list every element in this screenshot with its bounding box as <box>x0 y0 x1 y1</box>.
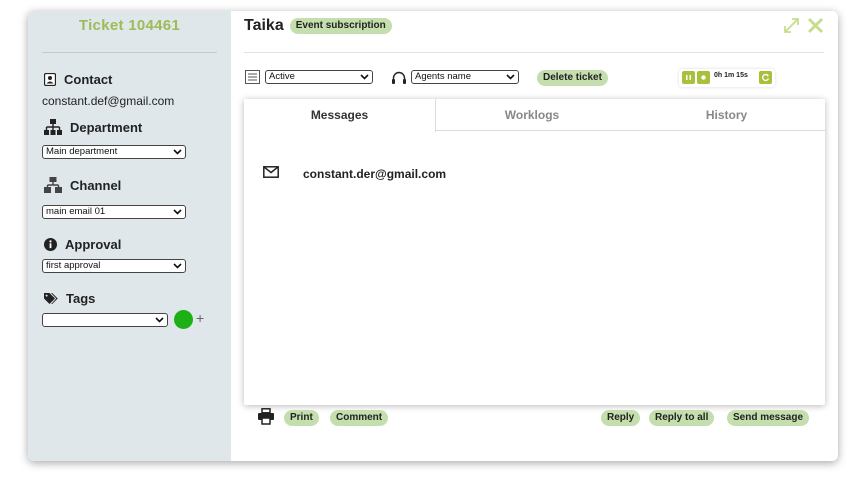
work-timer: 0h 1m 15s <box>679 69 775 87</box>
conversation-tabs: Messages Worklogs History <box>244 99 825 132</box>
ticket-sidebar: Ticket 104461 Contact constant.def@gmail… <box>28 11 231 461</box>
department-selected: Main department <box>46 146 118 157</box>
org-chart-icon <box>44 119 62 135</box>
status-select[interactable]: Active <box>265 70 373 84</box>
info-circle-icon <box>44 237 57 251</box>
pause-icon <box>686 75 691 80</box>
chevron-down-icon <box>173 207 182 220</box>
envelope-icon <box>263 165 279 183</box>
contact-email: constant.def@gmail.com <box>42 94 175 108</box>
header-divider <box>244 52 824 53</box>
ticket-main: Taika Event subscription Active Agents n… <box>231 11 838 461</box>
add-tag-button[interactable]: + <box>196 311 204 325</box>
channel-label: Channel <box>44 175 121 195</box>
refresh-timer-button[interactable] <box>759 71 772 84</box>
tab-history[interactable]: History <box>628 99 825 131</box>
message-sender: constant.der@gmail.com <box>303 167 447 181</box>
status-selected: Active <box>269 71 295 82</box>
headset-icon <box>391 70 407 91</box>
close-icon[interactable] <box>807 17 824 39</box>
tag-color-dot[interactable] <box>174 310 193 329</box>
tab-worklogs[interactable]: Worklogs <box>436 99 628 131</box>
department-label: Department <box>44 117 142 137</box>
chevron-down-icon <box>506 72 515 85</box>
expand-icon[interactable] <box>783 17 800 39</box>
chevron-down-icon <box>173 147 182 160</box>
channel-select[interactable]: main email 01 <box>42 205 186 219</box>
pause-timer-button[interactable] <box>682 71 695 84</box>
stop-icon <box>701 75 706 80</box>
approval-label-text: Approval <box>65 236 122 252</box>
reply-to-all-button[interactable]: Reply to all <box>649 410 715 426</box>
stop-timer-button[interactable] <box>697 71 710 84</box>
network-icon <box>44 177 62 193</box>
comment-button[interactable]: Comment <box>330 410 389 426</box>
message-item[interactable]: constant.der@gmail.com <box>263 165 446 183</box>
agent-select[interactable]: Agents name <box>411 70 519 84</box>
timer-readout: 0h 1m 15s <box>714 72 748 79</box>
department-label-text: Department <box>70 119 143 135</box>
event-subscription-badge[interactable]: Event subscription <box>289 18 392 34</box>
contact-label: Contact <box>44 69 112 89</box>
chevron-down-icon <box>155 315 164 328</box>
list-icon[interactable] <box>245 70 260 89</box>
ticket-number-title: Ticket 104461 <box>78 17 181 34</box>
approval-label: Approval <box>44 234 121 254</box>
approval-select[interactable]: first approval <box>42 259 186 273</box>
conversation-panel: Messages Worklogs History constant.der@g… <box>244 99 825 405</box>
contact-label-text: Contact <box>64 71 113 87</box>
chevron-down-icon <box>360 72 369 85</box>
tags-label-text: Tags <box>66 290 96 306</box>
print-button[interactable]: Print <box>284 410 319 426</box>
delete-ticket-button[interactable]: Delete ticket <box>537 70 608 86</box>
ticket-window: Ticket 104461 Contact constant.def@gmail… <box>28 11 838 461</box>
chevron-down-icon <box>173 261 182 274</box>
tags-select[interactable] <box>42 313 168 327</box>
tags-label: Tags <box>44 288 95 308</box>
agent-selected: Agents name <box>415 71 471 82</box>
send-message-button[interactable]: Send message <box>727 410 810 426</box>
channel-label-text: Channel <box>70 177 122 193</box>
refresh-icon <box>762 73 770 82</box>
approval-selected: first approval <box>46 260 101 271</box>
page-title: Taika <box>244 17 284 34</box>
department-select[interactable]: Main department <box>42 145 186 159</box>
contact-card-icon <box>44 72 56 86</box>
reply-button[interactable]: Reply <box>601 410 641 426</box>
ticket-header: Taika Event subscription <box>244 17 392 35</box>
channel-selected: main email 01 <box>46 206 106 217</box>
tab-messages[interactable]: Messages <box>244 99 436 132</box>
printer-icon[interactable] <box>258 408 274 430</box>
sidebar-divider <box>42 52 217 53</box>
tags-icon <box>44 292 58 304</box>
